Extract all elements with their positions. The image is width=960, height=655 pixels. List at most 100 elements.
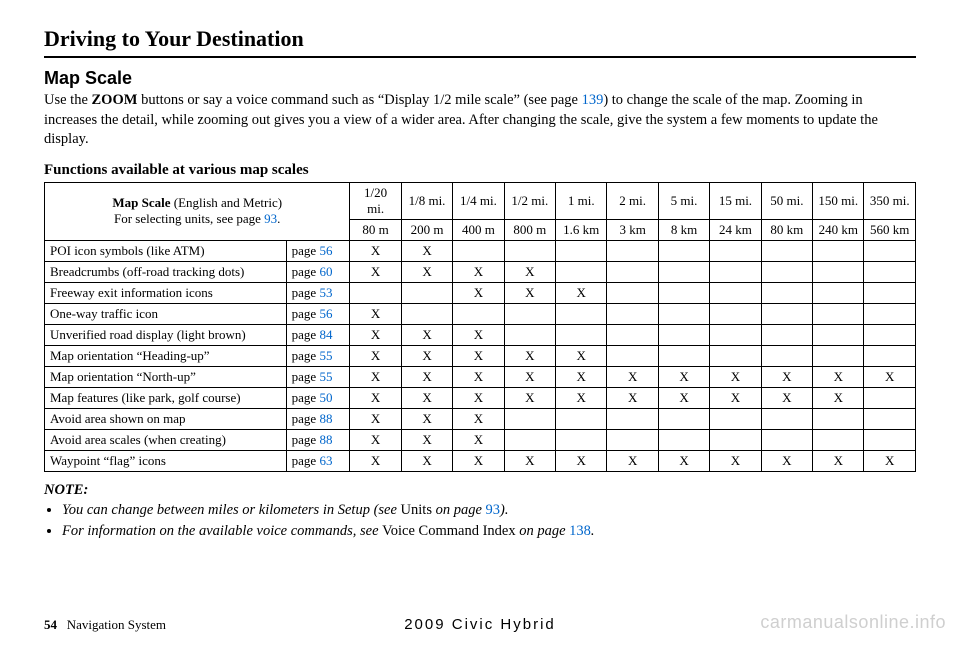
scale-cell: X <box>453 324 504 345</box>
units-post: . <box>277 211 280 226</box>
page-link[interactable]: 56 <box>319 243 332 258</box>
page-ref: page 55 <box>286 366 350 387</box>
page-link-93b[interactable]: 93 <box>486 502 501 518</box>
scale-cell: X <box>556 345 607 366</box>
scale-cell <box>761 303 812 324</box>
feature-name: Map features (like park, golf course) <box>45 387 287 408</box>
mi-1: 1/8 mi. <box>401 182 452 219</box>
mi-8: 50 mi. <box>761 182 812 219</box>
scale-cell: X <box>453 345 504 366</box>
scale-cell: X <box>453 408 504 429</box>
scale-cell: X <box>504 345 555 366</box>
intro-post-zoom: buttons or say a voice command such as “… <box>137 92 581 108</box>
mi-0: 1/20 mi. <box>350 182 401 219</box>
scale-cell: X <box>504 261 555 282</box>
scale-cell <box>761 408 812 429</box>
page-link[interactable]: 55 <box>319 348 332 363</box>
scale-cell <box>761 345 812 366</box>
n2-mid: on page <box>516 523 570 539</box>
table-row: One-way traffic iconpage 56X <box>45 303 916 324</box>
feature-name: Avoid area shown on map <box>45 408 287 429</box>
feature-name: Map orientation “North-up” <box>45 366 287 387</box>
page-link[interactable]: 88 <box>319 432 332 447</box>
scale-cell <box>556 408 607 429</box>
scale-cell: X <box>504 282 555 303</box>
page-link[interactable]: 63 <box>319 453 332 468</box>
scale-cell <box>607 261 658 282</box>
scale-cell <box>401 303 452 324</box>
page-link[interactable]: 55 <box>319 369 332 384</box>
scale-cell: X <box>350 345 401 366</box>
scale-cell: X <box>710 366 761 387</box>
page-link-93a[interactable]: 93 <box>264 211 277 226</box>
note-label: NOTE: <box>44 482 916 499</box>
mi-9: 150 mi. <box>813 182 864 219</box>
scale-cell: X <box>401 408 452 429</box>
feature-name: Unverified road display (light brown) <box>45 324 287 345</box>
scale-cell: X <box>658 387 709 408</box>
scale-cell <box>710 408 761 429</box>
scale-cell <box>710 429 761 450</box>
scale-cell: X <box>813 450 864 471</box>
scale-cell <box>710 303 761 324</box>
scale-cell <box>864 282 916 303</box>
scale-cell <box>761 429 812 450</box>
feature-name: Breadcrumbs (off-road tracking dots) <box>45 261 287 282</box>
n1-pre: You can change between miles or kilomete… <box>62 502 401 518</box>
scale-cell <box>761 261 812 282</box>
page-link[interactable]: 56 <box>319 306 332 321</box>
feature-name: POI icon symbols (like ATM) <box>45 240 287 261</box>
km-8: 80 km <box>761 219 812 240</box>
table-row: Avoid area shown on mappage 88XXX <box>45 408 916 429</box>
scale-cell <box>607 324 658 345</box>
n1-mid: on page <box>432 502 486 518</box>
table-row: Map orientation “Heading-up”page 55XXXXX <box>45 345 916 366</box>
scale-cell: X <box>401 429 452 450</box>
scale-cell <box>556 324 607 345</box>
page-ref: page 55 <box>286 345 350 366</box>
page-link-138[interactable]: 138 <box>569 523 591 539</box>
mi-6: 5 mi. <box>658 182 709 219</box>
scale-cell: X <box>350 303 401 324</box>
table-caption: Functions available at various map scale… <box>44 162 916 179</box>
scale-cell <box>504 324 555 345</box>
scale-cell: X <box>504 387 555 408</box>
page-link-139[interactable]: 139 <box>582 92 604 108</box>
scale-cell: X <box>453 429 504 450</box>
scale-cell: X <box>761 387 812 408</box>
note-2: For information on the available voice c… <box>62 522 916 542</box>
scale-cell <box>607 240 658 261</box>
scale-cell: X <box>401 324 452 345</box>
page-link[interactable]: 53 <box>319 285 332 300</box>
scale-cell: X <box>453 450 504 471</box>
scale-cell: X <box>453 366 504 387</box>
units-pre: For selecting units, see page <box>114 211 264 226</box>
feature-name: Avoid area scales (when creating) <box>45 429 287 450</box>
scale-cell: X <box>710 450 761 471</box>
scale-cell: X <box>401 345 452 366</box>
scale-cell: X <box>350 324 401 345</box>
page-link[interactable]: 50 <box>319 390 332 405</box>
intro-paragraph: Use the ZOOM buttons or say a voice comm… <box>44 91 916 150</box>
km-5: 3 km <box>607 219 658 240</box>
scale-cell <box>813 345 864 366</box>
scale-cell: X <box>401 366 452 387</box>
notes-list: You can change between miles or kilomete… <box>44 501 916 542</box>
page-ref: page 88 <box>286 408 350 429</box>
km-0: 80 m <box>350 219 401 240</box>
table-row: Waypoint “flag” iconspage 63XXXXXXXXXXX <box>45 450 916 471</box>
scale-cell: X <box>401 387 452 408</box>
scale-cell: X <box>350 429 401 450</box>
feature-name: Map orientation “Heading-up” <box>45 345 287 366</box>
scale-cell <box>504 408 555 429</box>
scale-cell: X <box>504 450 555 471</box>
page-link[interactable]: 88 <box>319 411 332 426</box>
page-ref: page 63 <box>286 450 350 471</box>
page-link[interactable]: 84 <box>319 327 332 342</box>
map-scale-rest: (English and Metric) <box>170 195 282 210</box>
mi-7: 15 mi. <box>710 182 761 219</box>
page-link[interactable]: 60 <box>319 264 332 279</box>
scale-cell: X <box>350 261 401 282</box>
scale-cell <box>813 282 864 303</box>
km-9: 240 km <box>813 219 864 240</box>
